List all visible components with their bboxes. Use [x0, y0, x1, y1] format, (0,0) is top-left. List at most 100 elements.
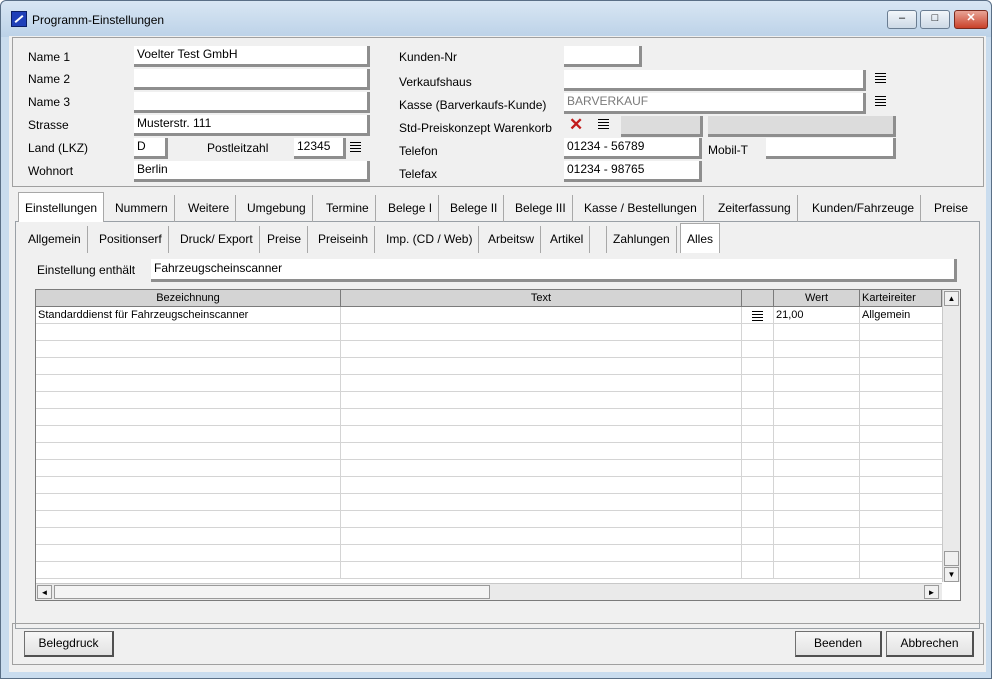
subtab-zahlungen[interactable]: Zahlungen — [607, 226, 677, 253]
grid-header: Bezeichnung Text Wert Karteireiter — [36, 290, 942, 307]
mobil-field[interactable] — [766, 138, 896, 159]
table-row — [36, 443, 942, 460]
telefon-field[interactable]: 01234 - 56789 — [564, 138, 702, 159]
client-area: Name 1 Voelter Test GmbH Name 2 Name 3 S… — [9, 36, 986, 672]
window-title: Programm-Einstellungen — [32, 13, 165, 27]
edit-list-icon[interactable] — [752, 311, 763, 321]
clear-x-icon[interactable]: ✕ — [569, 116, 583, 133]
subtab-preiseinh[interactable]: Preiseinh — [312, 226, 376, 253]
tab-kunden-fahrzeuge[interactable]: Kunden/Fahrzeuge — [806, 195, 922, 222]
vertical-scrollbar[interactable]: ▲ ▼ — [942, 290, 960, 582]
table-row — [36, 426, 942, 443]
strasse-field[interactable]: Musterstr. 111 — [134, 115, 370, 136]
tab-zeiterfassung[interactable]: Zeiterfassung — [712, 195, 798, 222]
wohnort-label: Wohnort — [28, 164, 74, 178]
belegdruck-button[interactable]: Belegdruck — [24, 631, 114, 657]
kasse-field[interactable]: BARVERKAUF — [564, 93, 866, 114]
table-row — [36, 460, 942, 477]
abbrechen-button[interactable]: Abbrechen — [886, 631, 974, 657]
scroll-thumb[interactable] — [944, 551, 959, 566]
preiskonzept-field-2 — [708, 116, 896, 137]
name3-field[interactable] — [134, 92, 370, 113]
tab-belege-i[interactable]: Belege I — [382, 195, 440, 222]
table-row — [36, 341, 942, 358]
plz-label: Postleitzahl — [207, 141, 269, 155]
land-field[interactable]: D — [134, 138, 168, 159]
table-row — [36, 324, 942, 341]
cell-wert[interactable]: 21,00 — [774, 307, 860, 324]
col-wert[interactable]: Wert — [774, 290, 860, 306]
subtab-alles[interactable]: Alles — [680, 223, 721, 253]
col-bezeichnung[interactable]: Bezeichnung — [36, 290, 341, 306]
subtab-preise[interactable]: Preise — [261, 226, 309, 253]
tab-belege-ii[interactable]: Belege II — [444, 195, 505, 222]
subtab-allgemein[interactable]: Allgemein — [22, 226, 88, 253]
sub-tab-strip: Allgemein Positionserf Druck/ Export Pre… — [12, 223, 972, 253]
tab-einstellungen[interactable]: Einstellungen — [18, 192, 105, 222]
preiskonzept-label: Std-Preiskonzept Warenkorb — [399, 121, 552, 135]
name2-field[interactable] — [134, 69, 370, 90]
grid-body: Standarddienst für Fahrzeugscheinscanner… — [36, 307, 942, 583]
table-row — [36, 477, 942, 494]
button-bar: Belegdruck Beenden Abbrechen — [12, 623, 984, 665]
telefax-field[interactable]: 01234 - 98765 — [564, 161, 702, 182]
kundennr-field[interactable] — [564, 46, 642, 67]
close-button[interactable]: ✕ — [954, 10, 988, 29]
title-bar: Programm-Einstellungen ‒ □ ✕ — [1, 1, 991, 37]
verkaufshaus-field[interactable] — [564, 70, 866, 91]
verkaufshaus-label: Verkaufshaus — [399, 75, 472, 89]
cell-karteireiter[interactable]: Allgemein — [860, 307, 942, 324]
minimize-button[interactable]: ‒ — [887, 10, 917, 29]
tab-nummern[interactable]: Nummern — [109, 195, 175, 222]
tab-weitere[interactable]: Weitere — [182, 195, 237, 222]
table-row[interactable]: Standarddienst für Fahrzeugscheinscanner… — [36, 307, 942, 324]
table-row — [36, 392, 942, 409]
plz-list-icon[interactable] — [350, 142, 361, 152]
horizontal-scrollbar[interactable]: ◄ ► — [36, 583, 942, 600]
scroll-left-icon[interactable]: ◄ — [37, 585, 52, 599]
tab-preise[interactable]: Preise — [928, 195, 974, 222]
filter-label: Einstellung enthält — [37, 263, 136, 277]
col-edit[interactable] — [742, 290, 774, 306]
settings-grid: Bezeichnung Text Wert Karteireiter Stand… — [35, 289, 961, 601]
name2-label: Name 2 — [28, 72, 71, 86]
table-row — [36, 545, 942, 562]
subtab-positionserf[interactable]: Positionserf — [93, 226, 169, 253]
kundennr-label: Kunden-Nr — [399, 50, 458, 64]
name1-label: Name 1 — [28, 50, 71, 64]
name1-field[interactable]: Voelter Test GmbH — [134, 46, 370, 67]
tab-umgebung[interactable]: Umgebung — [241, 195, 313, 222]
cell-edit[interactable] — [742, 307, 774, 324]
col-text[interactable]: Text — [341, 290, 742, 306]
cell-text[interactable] — [341, 307, 742, 324]
settings-window: Programm-Einstellungen ‒ □ ✕ Name 1 Voel… — [0, 0, 992, 679]
table-row — [36, 358, 942, 375]
subtab-druck-export[interactable]: Druck/ Export — [174, 226, 260, 253]
kasse-label: Kasse (Barverkaufs-Kunde) — [399, 98, 547, 112]
tab-belege-iii[interactable]: Belege III — [509, 195, 573, 222]
filter-input[interactable]: Fahrzeugscheinscanner — [151, 259, 957, 282]
maximize-button[interactable]: □ — [920, 10, 950, 29]
scroll-right-icon[interactable]: ► — [924, 585, 939, 599]
col-karteireiter[interactable]: Karteireiter — [860, 290, 942, 306]
table-row — [36, 494, 942, 511]
subtab-imp-cd-web[interactable]: Imp. (CD / Web) — [380, 226, 480, 253]
subtab-empty[interactable] — [589, 226, 607, 253]
wohnort-field[interactable]: Berlin — [134, 161, 370, 182]
verkaufshaus-list-icon[interactable] — [875, 73, 886, 83]
tab-termine[interactable]: Termine — [320, 195, 376, 222]
subtab-arbeitsw[interactable]: Arbeitsw — [482, 226, 542, 253]
land-label: Land (LKZ) — [28, 141, 89, 155]
table-row — [36, 562, 942, 579]
cell-bezeichnung[interactable]: Standarddienst für Fahrzeugscheinscanner — [36, 307, 341, 324]
tab-kasse-bestellungen[interactable]: Kasse / Bestellungen — [578, 195, 704, 222]
subtab-artikel[interactable]: Artikel — [544, 226, 591, 253]
scroll-down-icon[interactable]: ▼ — [944, 567, 959, 582]
hscroll-thumb[interactable] — [54, 585, 490, 599]
plz-field[interactable]: 12345 — [294, 138, 346, 159]
preiskonzept-list-icon[interactable] — [598, 119, 609, 129]
kasse-list-icon[interactable] — [875, 96, 886, 106]
scroll-up-icon[interactable]: ▲ — [944, 291, 959, 306]
table-row — [36, 528, 942, 545]
beenden-button[interactable]: Beenden — [795, 631, 882, 657]
